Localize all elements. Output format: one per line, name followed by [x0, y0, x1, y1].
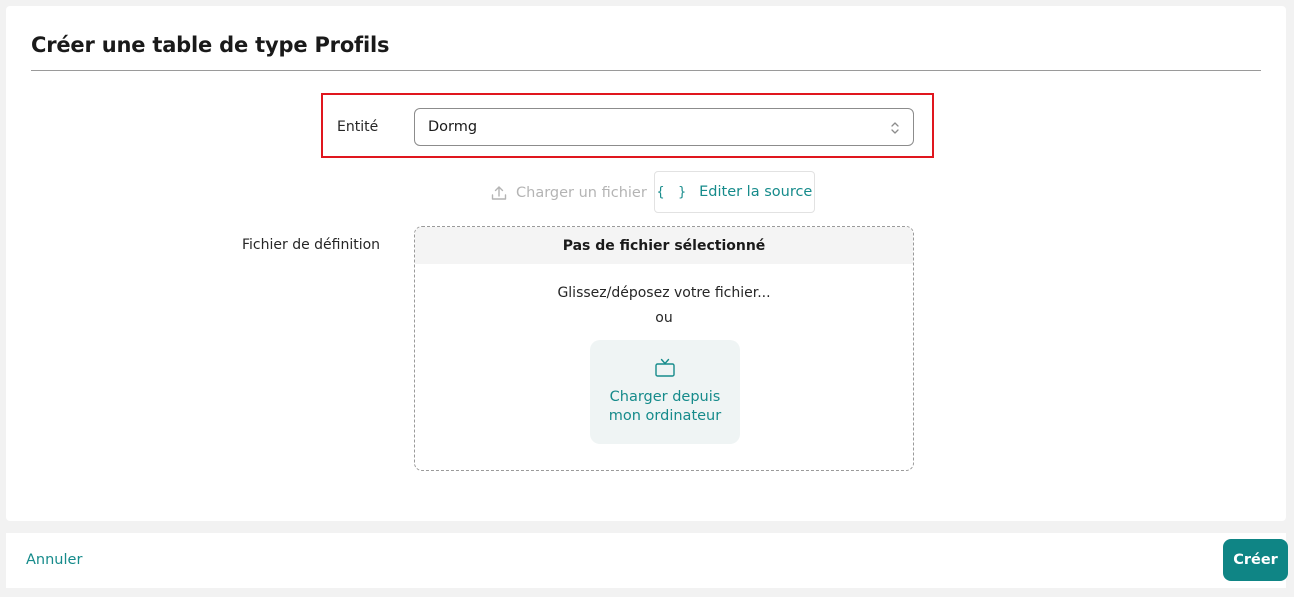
create-button[interactable]: Créer	[1223, 539, 1288, 581]
select-arrows-icon	[891, 122, 899, 134]
edit-source-button[interactable]: { } Editer la source	[654, 171, 815, 213]
braces-icon: { }	[656, 184, 690, 200]
upload-from-computer-button[interactable]: Charger depuis mon ordinateur	[590, 340, 740, 444]
tv-icon	[655, 358, 675, 377]
upload-file-label: Charger un fichier	[516, 185, 647, 201]
file-status: Pas de fichier sélectionné	[415, 227, 913, 264]
upload-from-computer-label: Charger depuis mon ordinateur	[608, 389, 722, 424]
file-dropzone[interactable]: Pas de fichier sélectionné Glissez/dépos…	[414, 226, 914, 471]
upload-file-button[interactable]: Charger un fichier	[482, 174, 655, 212]
edit-source-label: Editer la source	[699, 184, 813, 200]
entity-label: Entité	[337, 119, 379, 135]
drop-hint: Glissez/déposez votre fichier...	[557, 285, 771, 301]
page-title: Créer une table de type Profils	[31, 33, 390, 57]
create-table-panel: Créer une table de type Profils Entité D…	[6, 6, 1286, 521]
cancel-button[interactable]: Annuler	[26, 552, 82, 568]
title-divider	[31, 70, 1261, 71]
definition-file-label: Fichier de définition	[242, 237, 381, 253]
entity-select-value: Dormg	[428, 119, 478, 135]
upload-icon	[491, 186, 507, 200]
footer-bar: Annuler Créer	[6, 533, 1288, 588]
entity-select[interactable]: Dormg	[414, 108, 914, 146]
drop-or-label: ou	[655, 310, 673, 326]
